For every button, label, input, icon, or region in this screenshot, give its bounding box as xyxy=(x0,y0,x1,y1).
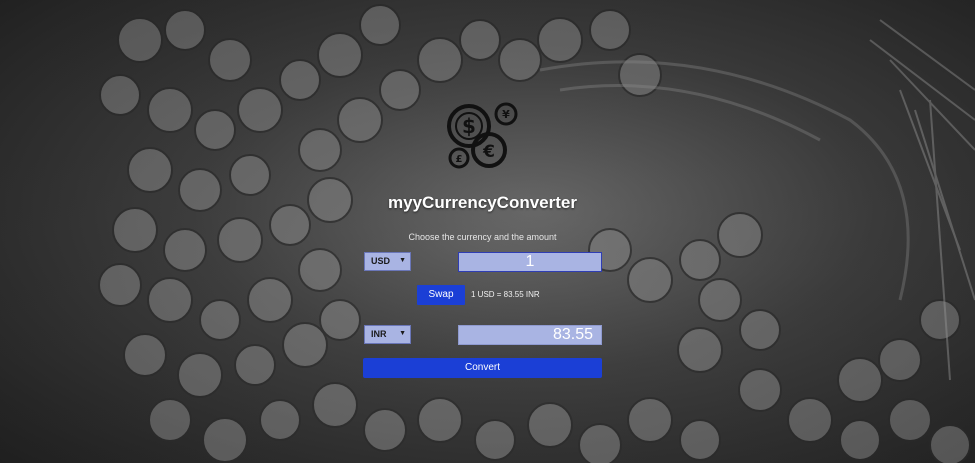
from-currency-value: USD xyxy=(371,256,391,266)
svg-text:£: £ xyxy=(456,154,463,165)
svg-text:$: $ xyxy=(462,114,476,138)
to-amount-output[interactable]: 83.55 xyxy=(458,325,602,345)
from-currency-select[interactable]: USD ▼ xyxy=(364,252,411,271)
from-amount-input[interactable]: 1 xyxy=(458,252,602,272)
chevron-down-icon: ▼ xyxy=(399,330,406,337)
chevron-down-icon: ▼ xyxy=(399,257,406,264)
subtitle: Choose the currency and the amount xyxy=(408,232,557,242)
to-currency-value: INR xyxy=(371,329,387,339)
svg-text:€: € xyxy=(482,142,495,162)
app-title: myyCurrencyConverter xyxy=(388,193,577,212)
exchange-rate-text: 1 USD = 83.55 INR xyxy=(471,290,540,299)
to-currency-select[interactable]: INR ▼ xyxy=(364,325,411,344)
swap-button[interactable]: Swap xyxy=(417,285,465,305)
currency-coins-logo: $ ¥ € £ xyxy=(447,102,518,169)
convert-button[interactable]: Convert xyxy=(363,358,602,378)
svg-text:¥: ¥ xyxy=(502,108,510,121)
